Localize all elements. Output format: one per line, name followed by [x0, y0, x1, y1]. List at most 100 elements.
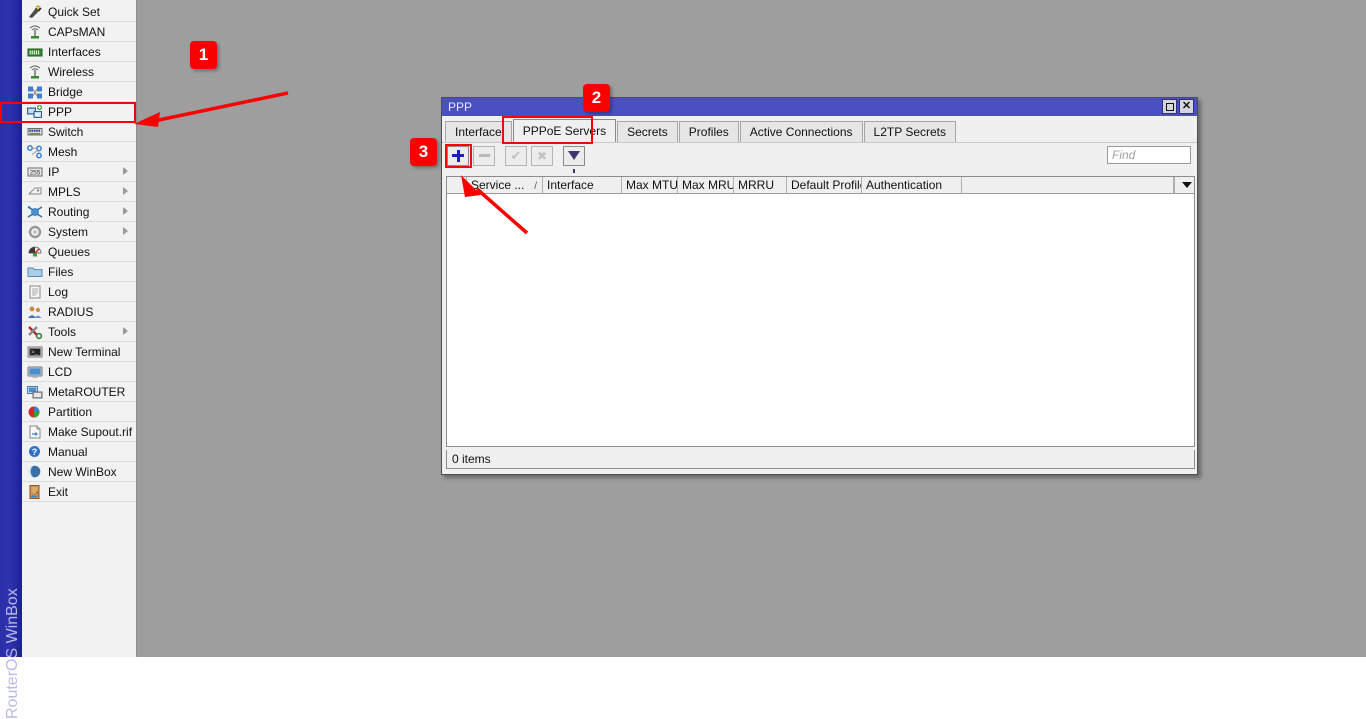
find-placeholder: Find: [1112, 148, 1135, 162]
add-icon-vertical: [457, 150, 460, 162]
ppp-window-title: PPP: [448, 100, 472, 114]
sidebar-item-log[interactable]: Log: [22, 282, 136, 302]
chevron-right-icon: [123, 327, 128, 335]
tab-pppoe-servers[interactable]: PPPoE Servers: [513, 119, 616, 142]
quick-set-icon: [26, 4, 44, 20]
table-header-label: Authentication: [866, 178, 942, 192]
sidebar-item-exit[interactable]: Exit: [22, 482, 136, 502]
close-icon: ✕: [1182, 101, 1191, 112]
svg-text:?: ?: [32, 447, 38, 457]
sidebar-item-ppp[interactable]: PPP: [22, 102, 136, 122]
sidebar-item-new-winbox[interactable]: New WinBox: [22, 462, 136, 482]
sidebar-item-mesh[interactable]: Mesh: [22, 142, 136, 162]
sidebar-item-queues[interactable]: Queues: [22, 242, 136, 262]
log-icon: [26, 284, 44, 300]
table-header-max-mru[interactable]: Max MRU: [678, 177, 734, 193]
sidebar-item-partition[interactable]: Partition: [22, 402, 136, 422]
sidebar-item-capsman[interactable]: CAPsMAN: [22, 22, 136, 42]
metarouter-icon: [26, 384, 44, 400]
tab-profiles[interactable]: Profiles: [679, 121, 739, 142]
table-header-max-mtu[interactable]: Max MTU: [622, 177, 678, 193]
remove-icon: [479, 154, 490, 157]
sidebar-item-label: Queues: [48, 245, 90, 259]
tab-interface[interactable]: Interface: [445, 121, 512, 142]
chevron-right-icon: [123, 187, 128, 195]
sidebar-item-label: Switch: [48, 125, 83, 139]
sort-indicator: /: [534, 179, 537, 193]
sidebar-item-interfaces[interactable]: Interfaces: [22, 42, 136, 62]
sidebar-item-label: Partition: [48, 405, 92, 419]
close-button[interactable]: ✕: [1179, 99, 1194, 114]
ppp-icon: [26, 104, 44, 120]
filter-icon: [568, 151, 580, 160]
sidebar-item-label: New WinBox: [48, 465, 117, 479]
table-header-mrru[interactable]: MRRU: [734, 177, 787, 193]
tools-icon: [26, 324, 44, 340]
sidebar-item-files[interactable]: Files: [22, 262, 136, 282]
table-header-default-profile[interactable]: Default Profile: [787, 177, 862, 193]
bridge-icon: [26, 84, 44, 100]
sidebar-item-tools[interactable]: Tools: [22, 322, 136, 342]
sidebar-item-lcd[interactable]: LCD: [22, 362, 136, 382]
sidebar-item-routing[interactable]: Routing: [22, 202, 136, 222]
partition-icon: [26, 404, 44, 420]
sidebar-item-ip[interactable]: 255 IP: [22, 162, 136, 182]
add-button[interactable]: [447, 146, 469, 166]
window-controls: ✕: [1162, 99, 1194, 114]
sidebar-item-label: CAPsMAN: [48, 25, 105, 39]
switch-icon: [26, 124, 44, 140]
sidebar-brand-strip: RouterOS WinBox: [0, 0, 22, 657]
sidebar-item-manual[interactable]: ? Manual: [22, 442, 136, 462]
table-header-authentication[interactable]: Authentication: [862, 177, 962, 193]
sidebar-item-label: Interfaces: [48, 45, 101, 59]
check-icon: ✔: [511, 149, 522, 162]
find-input[interactable]: Find: [1107, 146, 1191, 164]
table-body: [447, 194, 1194, 446]
filter-button[interactable]: [563, 146, 585, 166]
sidebar-item-bridge[interactable]: Bridge: [22, 82, 136, 102]
sidebar-item-radius[interactable]: RADIUS: [22, 302, 136, 322]
ppp-window: PPP ✕ Interface PPPoE Servers Secrets Pr…: [441, 97, 1198, 475]
sidebar-item-make-supout[interactable]: Make Supout.rif: [22, 422, 136, 442]
table-header-marker: [447, 177, 467, 193]
table-header-label: Service ...: [471, 178, 524, 192]
table-header-interface[interactable]: Interface: [543, 177, 622, 193]
table-header-service[interactable]: Service ... /: [467, 177, 543, 193]
restore-button[interactable]: [1162, 99, 1177, 114]
lcd-icon: [26, 364, 44, 380]
sidebar-item-quick-set[interactable]: Quick Set: [22, 2, 136, 22]
tab-label: PPPoE Servers: [523, 124, 606, 138]
sidebar-item-label: System: [48, 225, 88, 239]
sidebar-item-label: Quick Set: [48, 5, 100, 19]
files-icon: [26, 264, 44, 280]
chevron-right-icon: [123, 167, 128, 175]
tab-l2tp-secrets[interactable]: L2TP Secrets: [864, 121, 956, 142]
chevron-down-icon: [1182, 182, 1192, 188]
sidebar-item-switch[interactable]: Switch: [22, 122, 136, 142]
enable-button[interactable]: ✔: [505, 146, 527, 166]
table-column-menu-button[interactable]: [1174, 177, 1194, 193]
ip-icon: 255: [26, 164, 44, 180]
sidebar-item-new-terminal[interactable]: >_ New Terminal: [22, 342, 136, 362]
sidebar-item-metarouter[interactable]: MetaROUTER: [22, 382, 136, 402]
tab-secrets[interactable]: Secrets: [617, 121, 678, 142]
sidebar-item-label: Files: [48, 265, 73, 279]
remove-button[interactable]: [473, 146, 495, 166]
tab-label: L2TP Secrets: [874, 125, 946, 139]
table-header-filler: [962, 177, 1174, 193]
sidebar-item-label: Wireless: [48, 65, 94, 79]
sidebar-item-wireless[interactable]: Wireless: [22, 62, 136, 82]
sidebar-item-label: PPP: [48, 105, 72, 119]
ppp-tab-bar: Interface PPPoE Servers Secrets Profiles…: [442, 116, 1197, 142]
sidebar-item-system[interactable]: System: [22, 222, 136, 242]
disable-button[interactable]: ✖: [531, 146, 553, 166]
winbox-sidebar: RouterOS WinBox Quick Set: [0, 0, 137, 657]
svg-text:>_: >_: [31, 349, 39, 356]
sidebar-item-label: Mesh: [48, 145, 77, 159]
ppp-window-titlebar[interactable]: PPP ✕: [442, 98, 1197, 116]
sidebar-item-label: New Terminal: [48, 345, 120, 359]
cross-icon: ✖: [537, 150, 547, 162]
sidebar-item-mpls[interactable]: MPLS: [22, 182, 136, 202]
tab-active-connections[interactable]: Active Connections: [740, 121, 863, 142]
wireless-icon: [26, 64, 44, 80]
